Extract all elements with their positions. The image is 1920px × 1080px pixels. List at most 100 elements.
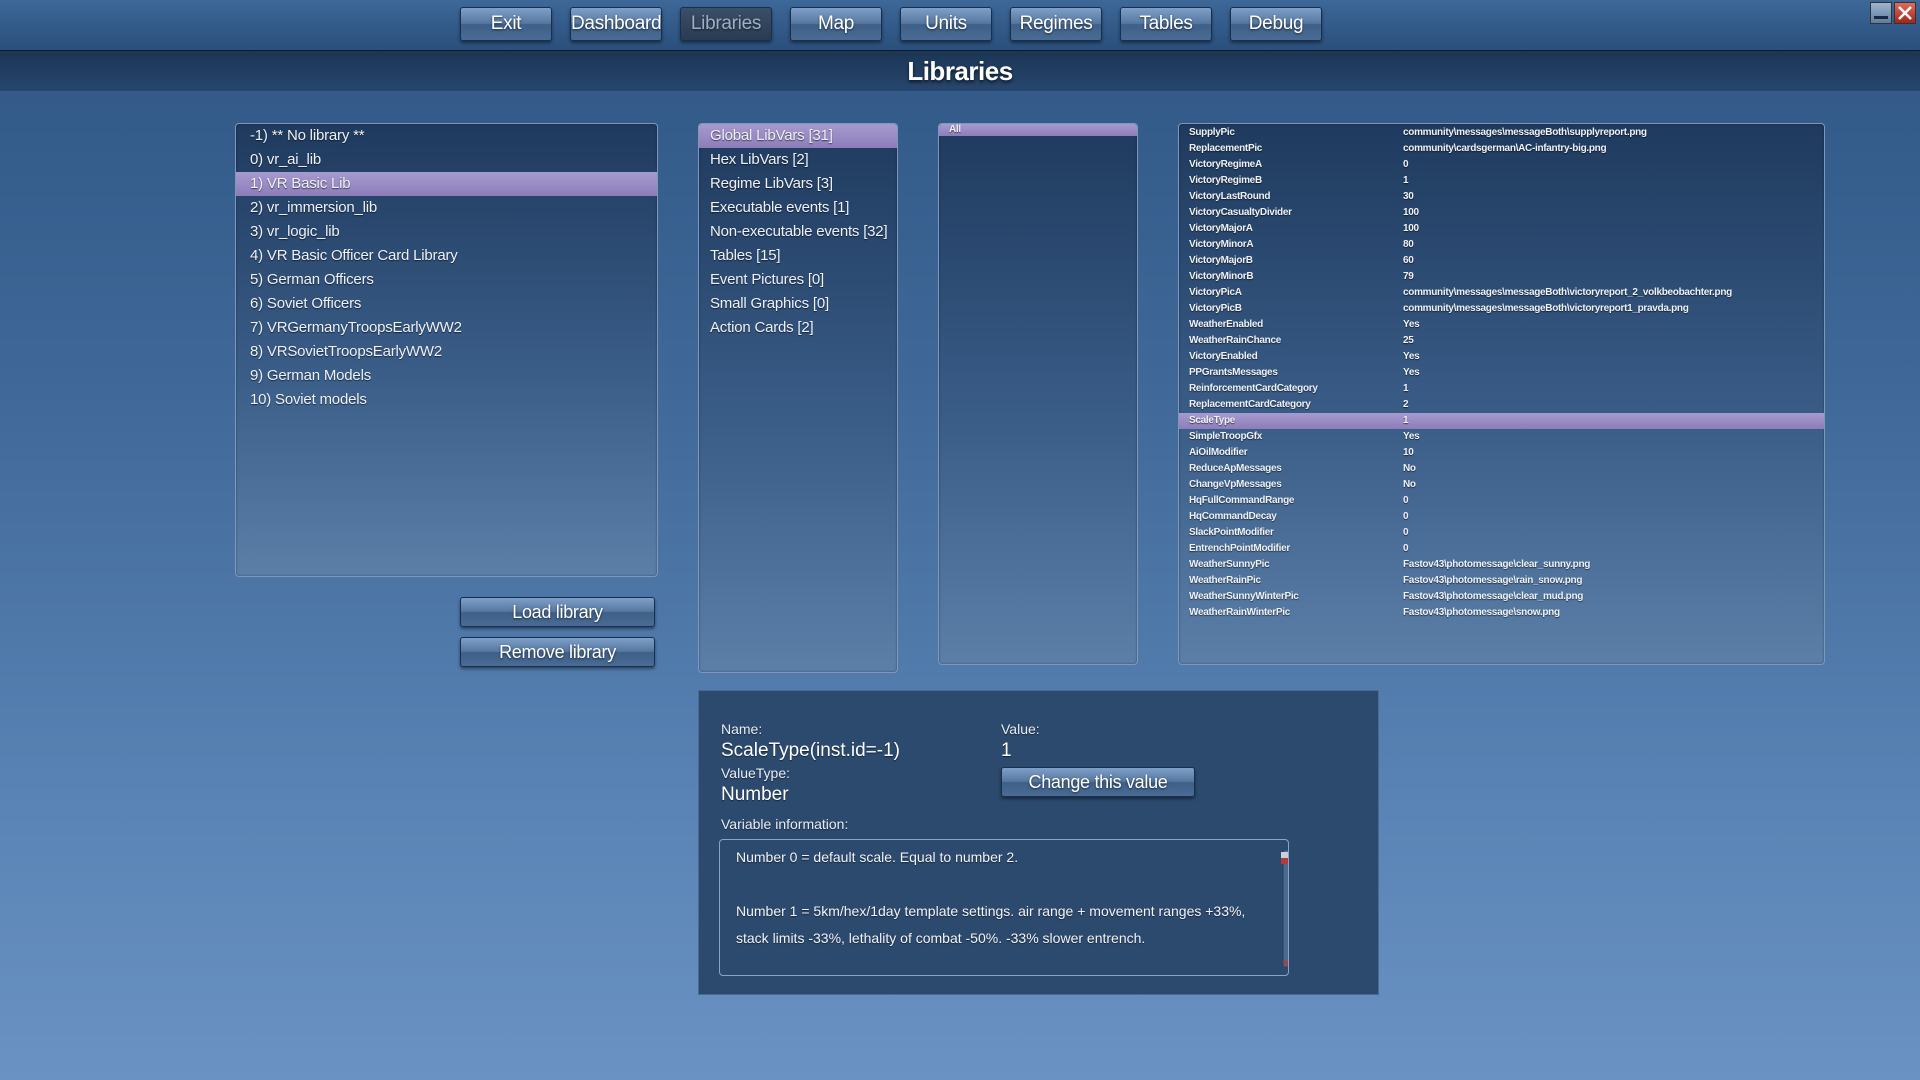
variable-row[interactable]: ReinforcementCardCategory 1 [1179, 381, 1824, 397]
variable-value: community\messages\messageBoth\victoryre… [1403, 287, 1732, 298]
variable-name: WeatherRainWinterPic [1189, 607, 1290, 618]
library-list-item[interactable]: 2) vr_immersion_lib [236, 196, 657, 220]
filter-list[interactable]: All [938, 123, 1138, 665]
map-button[interactable]: Map [790, 7, 882, 41]
variable-row[interactable]: VictoryCasualtyDivider 100 [1179, 205, 1824, 221]
category-list-item[interactable]: Small Graphics [0] [699, 292, 897, 316]
library-list-item[interactable]: 5) German Officers [236, 268, 657, 292]
minimize-button[interactable] [1870, 2, 1892, 24]
variable-name: WeatherRainPic [1189, 575, 1261, 586]
library-list[interactable]: -1) ** No library ** 0) vr_ai_lib 1) VR Ba… [235, 123, 658, 577]
variables-rows: SupplyPic community\messages\messageBoth\… [1179, 124, 1824, 621]
variable-value: No [1403, 463, 1416, 474]
variable-name: VictoryLastRound [1189, 191, 1271, 202]
variable-row[interactable]: VictoryMajorA 100 [1179, 221, 1824, 237]
variable-row[interactable]: VictoryRegimeB 1 [1179, 173, 1824, 189]
change-value-button[interactable]: Change this value [1001, 767, 1195, 797]
library-list-item[interactable]: 9) German Models [236, 364, 657, 388]
variable-value: community\messages\messageBoth\victoryre… [1403, 303, 1689, 314]
category-list-item[interactable]: Hex LibVars [2] [699, 148, 897, 172]
info-scrollbar[interactable] [1281, 849, 1288, 968]
variable-row[interactable]: ChangeVpMessages No [1179, 477, 1824, 493]
variable-row[interactable]: ScaleType 1 [1179, 413, 1824, 429]
variable-row[interactable]: SupplyPic community\messages\messageBoth\… [1179, 125, 1824, 141]
category-list-item[interactable]: Regime LibVars [3] [699, 172, 897, 196]
tables-button[interactable]: Tables [1120, 7, 1212, 41]
filter-item-label: All [949, 124, 961, 135]
library-list-item[interactable]: 7) VRGermanyTroopsEarlyWW2 [236, 316, 657, 340]
variables-table[interactable]: SupplyPic community\messages\messageBoth\… [1178, 123, 1825, 665]
variable-row[interactable]: WeatherSunnyWinterPic Fastov43\photomessa… [1179, 589, 1824, 605]
variable-row[interactable]: VictoryEnabled Yes [1179, 349, 1824, 365]
variable-name: WeatherSunnyWinterPic [1189, 591, 1299, 602]
dashboard-button[interactable]: Dashboard [570, 7, 662, 41]
remove-library-button[interactable]: Remove library [460, 637, 655, 667]
variable-name: VictoryMajorA [1189, 223, 1253, 234]
variable-row[interactable]: WeatherRainPic Fastov43\photomessage\rain… [1179, 573, 1824, 589]
variable-row[interactable]: WeatherEnabled Yes [1179, 317, 1824, 333]
library-list-item[interactable]: -1) ** No library ** [236, 124, 657, 148]
variable-row[interactable]: ReplacementCardCategory 2 [1179, 397, 1824, 413]
library-list-item[interactable]: 6) Soviet Officers [236, 292, 657, 316]
variable-row[interactable]: VictoryMinorA 80 [1179, 237, 1824, 253]
filter-list-item[interactable]: All [939, 124, 1137, 136]
variable-row[interactable]: WeatherRainChance 25 [1179, 333, 1824, 349]
variable-name: VictoryCasualtyDivider [1189, 207, 1292, 218]
category-list-item[interactable]: Global LibVars [31] [699, 124, 897, 148]
top-nav-bar: Exit Dashboard Libraries Map Units Regim… [0, 0, 1920, 50]
debug-button[interactable]: Debug [1230, 7, 1322, 41]
exit-button[interactable]: Exit [460, 7, 552, 41]
category-list-item[interactable]: Event Pictures [0] [699, 268, 897, 292]
variable-row[interactable]: VictoryLastRound 30 [1179, 189, 1824, 205]
variable-row[interactable]: VictoryPicB community\messages\messageBot… [1179, 301, 1824, 317]
category-list-item[interactable]: Executable events [1] [699, 196, 897, 220]
variable-name: SimpleTroopGfx [1189, 431, 1263, 442]
library-list-item[interactable]: 3) vr_logic_lib [236, 220, 657, 244]
variable-row[interactable]: ReduceApMessages No [1179, 461, 1824, 477]
variable-name: AiOilModifier [1189, 447, 1248, 458]
info-line [720, 871, 1275, 898]
value-value: 1 [1001, 740, 1012, 761]
variable-value: Fastov43\photomessage\rain_snow.png [1403, 575, 1583, 586]
library-list-item[interactable]: 4) VR Basic Officer Card Library [236, 244, 657, 268]
filter-list-items: All [939, 124, 1137, 136]
variable-row[interactable]: AiOilModifier 10 [1179, 445, 1824, 461]
library-list-item[interactable]: 8) VRSovietTroopsEarlyWW2 [236, 340, 657, 364]
variable-value: 10 [1403, 447, 1414, 458]
variable-row[interactable]: VictoryPicA community\messages\messageBot… [1179, 285, 1824, 301]
variable-row[interactable]: VictoryMajorB 60 [1179, 253, 1824, 269]
category-list-item[interactable]: Non-executable events [32] [699, 220, 897, 244]
page-title-bar: Libraries [0, 50, 1920, 91]
library-list-item[interactable]: 1) VR Basic Lib [236, 172, 657, 196]
category-list-item[interactable]: Tables [15] [699, 244, 897, 268]
units-button[interactable]: Units [900, 7, 992, 41]
regimes-button[interactable]: Regimes [1010, 7, 1102, 41]
variable-details-panel: Name: ScaleType(inst.id=-1) ValueType: N… [698, 690, 1379, 995]
library-list-items: -1) ** No library ** 0) vr_ai_lib 1) VR Ba… [236, 124, 657, 412]
variable-row[interactable]: ReplacementPic community\cardsgerman\AC-i… [1179, 141, 1824, 157]
close-button[interactable] [1894, 2, 1916, 24]
variable-row[interactable]: EntrenchPointModifier 0 [1179, 541, 1824, 557]
variable-value: 100 [1403, 207, 1419, 218]
variable-row[interactable]: WeatherSunnyPic Fastov43\photomessage\cle… [1179, 557, 1824, 573]
variable-row[interactable]: PPGrantsMessages Yes [1179, 365, 1824, 381]
variable-name: PPGrantsMessages [1189, 367, 1278, 378]
variable-row[interactable]: VictoryRegimeA 0 [1179, 157, 1824, 173]
category-list[interactable]: Global LibVars [31] Hex LibVars [2] Regime… [698, 123, 898, 673]
variable-row[interactable]: WeatherRainWinterPic Fastov43\photomessag… [1179, 605, 1824, 621]
variable-row[interactable]: SimpleTroopGfx Yes [1179, 429, 1824, 445]
variable-row[interactable]: VictoryMinorB 79 [1179, 269, 1824, 285]
variable-value: Yes [1403, 431, 1420, 442]
variable-row[interactable]: SlackPointModifier 0 [1179, 525, 1824, 541]
load-library-button[interactable]: Load library [460, 597, 655, 627]
variable-information-label: Variable information: [721, 816, 849, 832]
category-list-item[interactable]: Action Cards [2] [699, 316, 897, 340]
library-list-item[interactable]: 0) vr_ai_lib [236, 148, 657, 172]
variable-name: HqFullCommandRange [1189, 495, 1295, 506]
library-list-item[interactable]: 10) Soviet models [236, 388, 657, 412]
variable-row[interactable]: HqCommandDecay 0 [1179, 509, 1824, 525]
variable-value: 0 [1403, 159, 1409, 170]
libraries-button[interactable]: Libraries [680, 7, 772, 41]
variable-row[interactable]: HqFullCommandRange 0 [1179, 493, 1824, 509]
valuetype-label: ValueType: [721, 765, 791, 781]
